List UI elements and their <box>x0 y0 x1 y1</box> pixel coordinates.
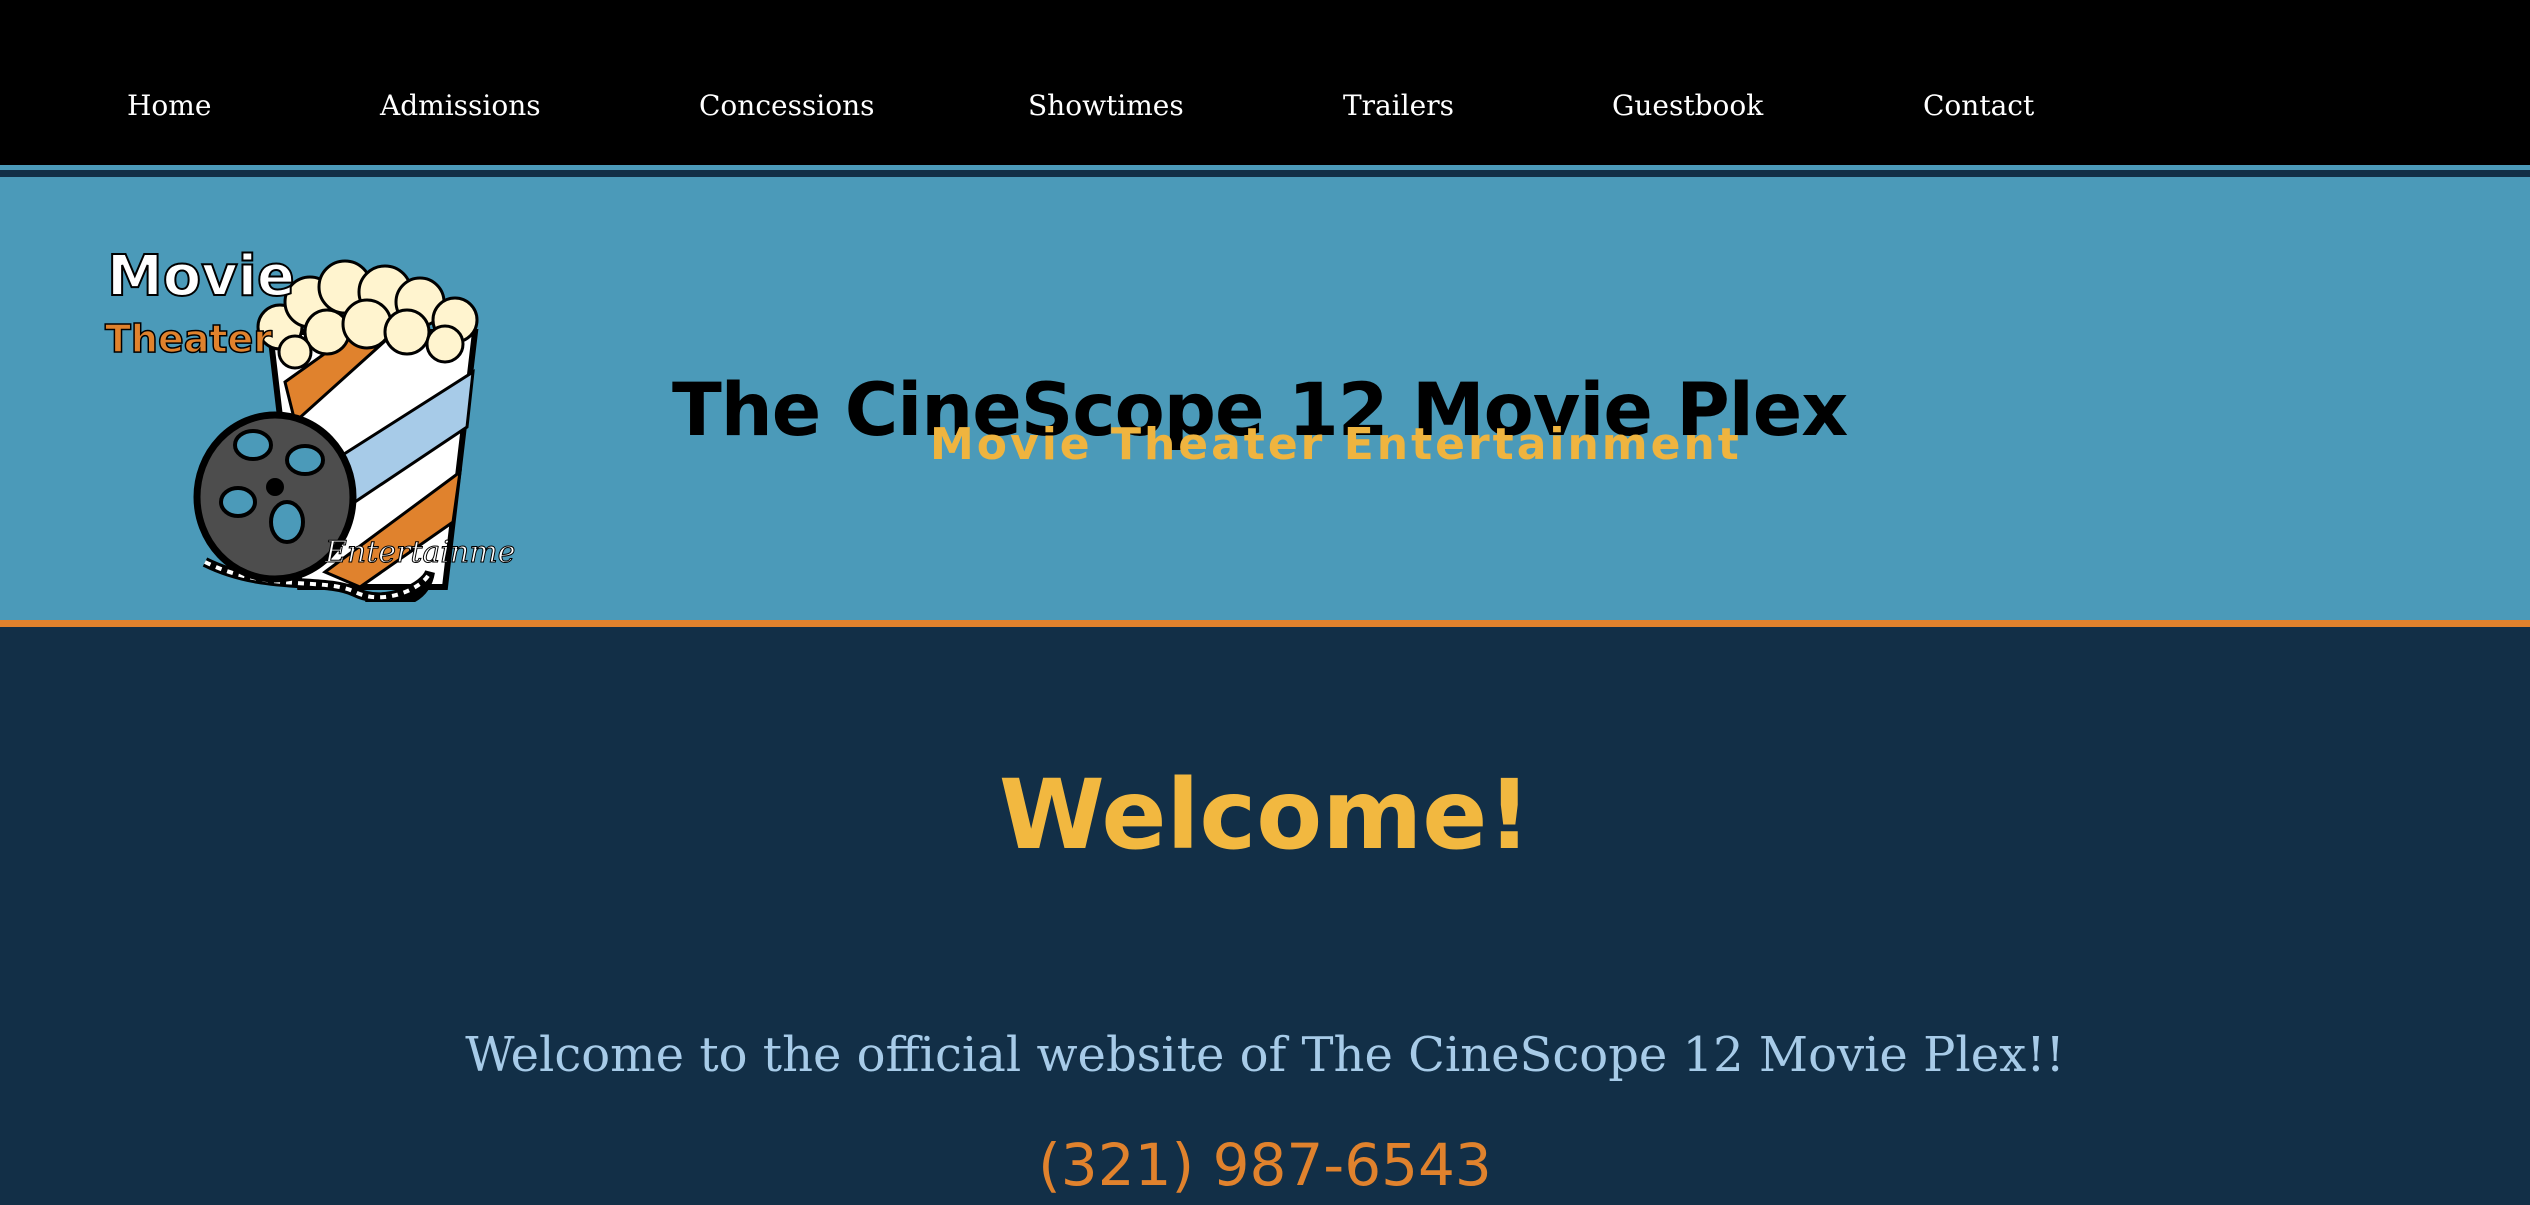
nav-trailers-link[interactable]: Trailers <box>1343 86 1454 126</box>
intro-text: Welcome to the official website of The C… <box>465 1027 2065 1083</box>
main-nav: Home Admissions Concessions Showtimes Tr… <box>0 0 2530 170</box>
phone-number-link[interactable]: (321) 987-6543 <box>0 1125 2530 1205</box>
nav-showtimes-link[interactable]: Showtimes <box>1028 86 1184 126</box>
nav-guestbook-link[interactable]: Guestbook <box>1612 86 1763 126</box>
welcome-heading: Welcome! <box>998 759 1532 871</box>
nav-admissions-link[interactable]: Admissions <box>380 86 541 126</box>
nav-concessions-link[interactable]: Concessions <box>699 86 875 126</box>
popcorn-film-reel-logo-icon[interactable]: Movie Theater Entertainment <box>95 232 515 602</box>
logo-word-theater: Theater <box>105 317 272 361</box>
nav-contact-link[interactable]: Contact <box>1923 86 2034 126</box>
nav-home-link[interactable]: Home <box>127 86 211 126</box>
site-tagline: Movie Theater Entertainment <box>930 419 1742 470</box>
site-header: Movie Theater Entertainment The CineScop… <box>0 177 2530 627</box>
logo-word-movie: Movie <box>107 244 295 309</box>
logo-word-entertainment: Entertainment <box>324 535 515 570</box>
